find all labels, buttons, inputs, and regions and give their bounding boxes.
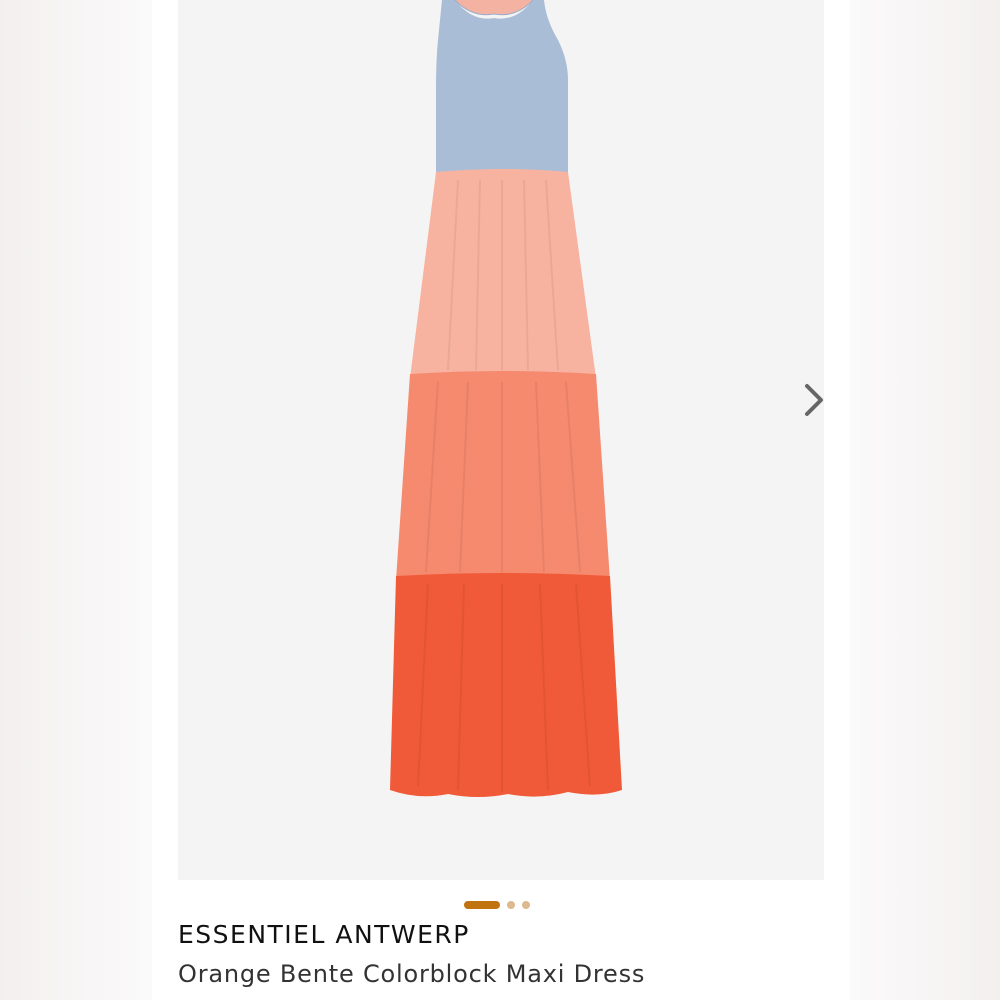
carousel-dot[interactable] bbox=[522, 901, 530, 909]
background-right bbox=[850, 0, 1000, 1000]
dress-tier-3 bbox=[390, 573, 622, 797]
carousel-indicators bbox=[464, 900, 530, 910]
product-image-carousel[interactable] bbox=[178, 0, 824, 880]
product-title[interactable]: Orange Bente Colorblock Maxi Dress bbox=[178, 960, 645, 988]
dress-bodice bbox=[436, 0, 568, 178]
chevron-right-icon bbox=[805, 384, 823, 416]
carousel-dot[interactable] bbox=[507, 901, 515, 909]
carousel-dot-active[interactable] bbox=[464, 901, 500, 909]
product-image bbox=[390, 0, 622, 797]
product-card: ESSENTIEL ANTWERP Orange Bente Colorbloc… bbox=[152, 0, 850, 1000]
next-slide-button[interactable] bbox=[796, 380, 832, 420]
background-left bbox=[0, 0, 152, 1000]
brand-name[interactable]: ESSENTIEL ANTWERP bbox=[178, 920, 470, 949]
